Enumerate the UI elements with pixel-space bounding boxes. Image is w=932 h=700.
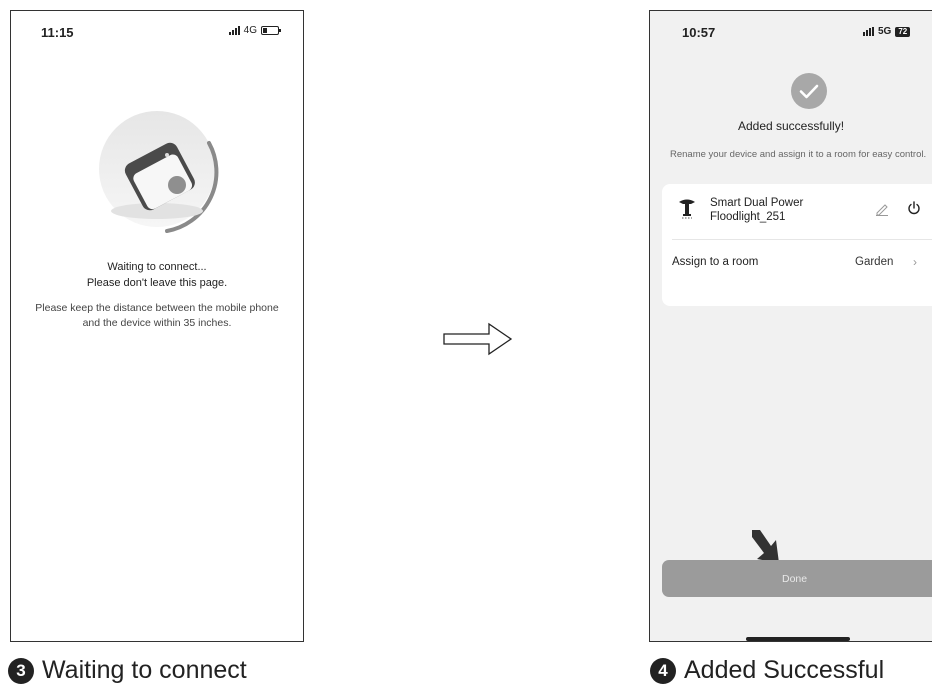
assign-room-value: Garden bbox=[855, 256, 894, 268]
caption-text: Added Successful bbox=[684, 656, 885, 684]
phone-screen-waiting: 11:15 4G Waiting to connect... Please do… bbox=[10, 10, 304, 642]
status-indicators: 5G 72 bbox=[863, 26, 911, 37]
floodlight-icon bbox=[679, 199, 695, 219]
device-name-line1: Smart Dual Power bbox=[710, 197, 804, 209]
network-type: 5G bbox=[878, 26, 892, 37]
caption-step-3: 3 Waiting to connect bbox=[8, 656, 247, 685]
status-indicators: 4G bbox=[228, 25, 281, 36]
device-connecting-illustration-icon bbox=[99, 111, 219, 233]
step-number-badge: 3 bbox=[8, 657, 34, 684]
caption-step-4: 4 Added Successful bbox=[650, 656, 884, 685]
caption-text: Waiting to connect bbox=[42, 656, 247, 684]
waiting-title: Waiting to connect... bbox=[107, 261, 207, 273]
assign-room-label: Assign to a room bbox=[672, 256, 759, 268]
waiting-subtitle: Please don't leave this page. bbox=[86, 277, 228, 289]
edit-pencil-icon[interactable] bbox=[875, 202, 889, 216]
rename-hint: Rename your device and assign it to a ro… bbox=[670, 149, 927, 160]
chevron-right-icon: › bbox=[913, 255, 917, 269]
success-check-icon bbox=[791, 73, 827, 109]
network-type: 4G bbox=[243, 25, 257, 36]
power-icon[interactable] bbox=[907, 201, 921, 215]
step-number-badge: 4 bbox=[650, 657, 676, 684]
battery-icon bbox=[261, 26, 281, 35]
signal-icon bbox=[228, 26, 240, 35]
device-name-line2: Floodlight_251 bbox=[710, 211, 786, 223]
card-divider bbox=[672, 239, 932, 240]
distance-hint: Please keep the distance between the mob… bbox=[35, 302, 279, 329]
status-bar: 11:15 4G bbox=[11, 11, 303, 51]
done-button[interactable]: Done bbox=[662, 560, 932, 597]
home-indicator bbox=[746, 637, 850, 641]
device-card: Smart Dual Power Floodlight_251 Assign t… bbox=[662, 184, 932, 306]
right-arrow-icon bbox=[443, 322, 513, 356]
signal-icon bbox=[863, 27, 874, 36]
added-title: Added successfully! bbox=[737, 119, 845, 133]
phone-screen-added: 10:57 5G 72 Added successfully! Rename y… bbox=[649, 10, 932, 642]
status-time: 10:57 bbox=[682, 25, 716, 40]
device-name: Smart Dual Power Floodlight_251 bbox=[710, 196, 803, 224]
battery-icon: 72 bbox=[895, 26, 911, 37]
status-time: 11:15 bbox=[41, 25, 74, 40]
